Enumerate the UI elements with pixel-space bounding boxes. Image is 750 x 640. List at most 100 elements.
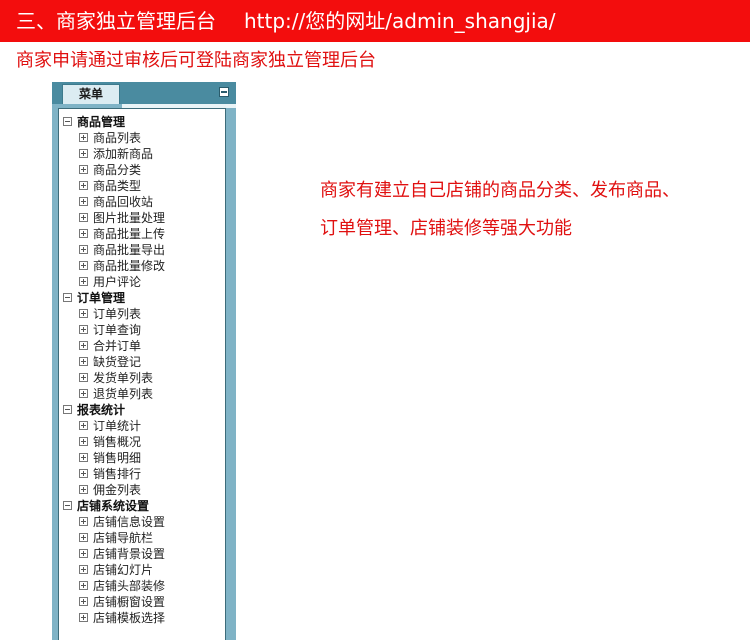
menu-item[interactable]: 用户评论	[63, 274, 223, 290]
collapse-box-icon[interactable]	[63, 293, 72, 302]
expand-box-icon	[79, 485, 88, 494]
expand-box-icon	[79, 261, 88, 270]
menu-item-label: 缺货登记	[93, 355, 142, 369]
menu-item-label: 店铺幻灯片	[93, 563, 154, 577]
menu-item[interactable]: 订单列表	[63, 306, 223, 322]
expand-box-icon	[79, 549, 88, 558]
menu-item[interactable]: 店铺模板选择	[63, 610, 223, 626]
menu-item[interactable]: 订单查询	[63, 322, 223, 338]
title-bar: 三、商家独立管理后台 http://您的网址/admin_shangjia/	[0, 0, 750, 42]
expand-box-icon	[79, 325, 88, 334]
menu-item-label: 商品批量修改	[93, 259, 166, 273]
collapse-box-icon[interactable]	[63, 405, 72, 414]
expand-box-icon	[79, 181, 88, 190]
expand-box-icon	[79, 341, 88, 350]
menu-group-label: 店铺系统设置	[77, 499, 150, 513]
menu-group-header[interactable]: 报表统计	[63, 402, 223, 418]
expand-box-icon	[79, 533, 88, 542]
menu-item[interactable]: 退货单列表	[63, 386, 223, 402]
expand-box-icon	[79, 165, 88, 174]
collapse-icon[interactable]	[219, 87, 229, 97]
expand-box-icon	[79, 597, 88, 606]
menu-item[interactable]: 店铺背景设置	[63, 546, 223, 562]
tab-menu[interactable]: 菜单	[62, 84, 120, 104]
expand-box-icon	[79, 613, 88, 622]
collapse-box-icon[interactable]	[63, 501, 72, 510]
menu-group-label: 商品管理	[77, 115, 126, 129]
expand-box-icon	[79, 133, 88, 142]
menu-item-label: 销售概况	[93, 435, 142, 449]
menu-item[interactable]: 商品批量修改	[63, 258, 223, 274]
expand-box-icon	[79, 197, 88, 206]
menu-item-label: 商品类型	[93, 179, 142, 193]
menu-item[interactable]: 店铺头部装修	[63, 578, 223, 594]
menu-item-label: 商品批量导出	[93, 243, 166, 257]
expand-box-icon	[79, 517, 88, 526]
menu-group-header[interactable]: 店铺系统设置	[63, 498, 223, 514]
expand-box-icon	[79, 421, 88, 430]
menu-item[interactable]: 销售排行	[63, 466, 223, 482]
expand-box-icon	[79, 453, 88, 462]
menu-item[interactable]: 缺货登记	[63, 354, 223, 370]
menu-item-label: 店铺头部装修	[93, 579, 166, 593]
menu-item-label: 店铺背景设置	[93, 547, 166, 561]
menu-item[interactable]: 商品批量导出	[63, 242, 223, 258]
menu-item-label: 订单查询	[93, 323, 142, 337]
menu-item[interactable]: 店铺幻灯片	[63, 562, 223, 578]
menu-item[interactable]: 店铺信息设置	[63, 514, 223, 530]
description-line-2: 订单管理、店铺装修等强大功能	[320, 218, 572, 239]
menu-item-label: 商品回收站	[93, 195, 154, 209]
expand-box-icon	[79, 149, 88, 158]
menu-panel: 菜单 商品管理商品列表 添加新商品 商品分类 商品类型商品回收站图片批量处理 商品批量上…	[52, 82, 236, 640]
expand-box-icon	[79, 581, 88, 590]
menu-item-label: 店铺橱窗设置	[93, 595, 166, 609]
menu-group-header[interactable]: 订单管理	[63, 290, 223, 306]
menu-item[interactable]: 商品类型	[63, 178, 223, 194]
menu-tree-container: 商品管理商品列表 添加新商品 商品分类 商品类型商品回收站图片批量处理 商品批量上传 商品…	[58, 108, 226, 640]
menu-item-label: 店铺信息设置	[93, 515, 166, 529]
expand-box-icon	[79, 357, 88, 366]
menu-item-label: 合并订单	[93, 339, 142, 353]
expand-box-icon	[79, 469, 88, 478]
menu-item-label: 用户评论	[93, 275, 142, 289]
expand-box-icon	[79, 373, 88, 382]
menu-group-header[interactable]: 商品管理	[63, 114, 223, 130]
menu-item-label: 商品列表	[93, 131, 142, 145]
menu-item[interactable]: 添加新商品	[63, 146, 223, 162]
admin-url: http://您的网址/admin_shangjia/	[244, 9, 556, 33]
menu-item-label: 订单统计	[93, 419, 142, 433]
page-title: 三、商家独立管理后台	[16, 9, 216, 33]
menu-item[interactable]: 合并订单	[63, 338, 223, 354]
menu-item[interactable]: 发货单列表	[63, 370, 223, 386]
expand-box-icon	[79, 277, 88, 286]
menu-item-label: 店铺模板选择	[93, 611, 166, 625]
menu-group-label: 报表统计	[77, 403, 126, 417]
menu-item[interactable]: 商品分类	[63, 162, 223, 178]
subtitle: 商家申请通过审核后可登陆商家独立管理后台	[16, 50, 376, 71]
menu-item-label: 发货单列表	[93, 371, 154, 385]
menu-tree: 商品管理商品列表 添加新商品 商品分类 商品类型商品回收站图片批量处理 商品批量上传 商品…	[63, 114, 223, 626]
menu-item-label: 订单列表	[93, 307, 142, 321]
menu-group-label: 订单管理	[77, 291, 126, 305]
menu-item[interactable]: 销售明细	[63, 450, 223, 466]
expand-box-icon	[79, 389, 88, 398]
menu-item[interactable]: 图片批量处理	[63, 210, 223, 226]
expand-box-icon	[79, 229, 88, 238]
collapse-box-icon[interactable]	[63, 117, 72, 126]
menu-item-label: 佣金列表	[93, 483, 142, 497]
menu-item[interactable]: 店铺橱窗设置	[63, 594, 223, 610]
menu-item[interactable]: 商品批量上传	[63, 226, 223, 242]
menu-item[interactable]: 佣金列表	[63, 482, 223, 498]
menu-item-label: 退货单列表	[93, 387, 154, 401]
menu-item-label: 销售明细	[93, 451, 142, 465]
menu-item[interactable]: 商品回收站	[63, 194, 223, 210]
menu-item-label: 销售排行	[93, 467, 142, 481]
menu-item-label: 商品批量上传	[93, 227, 166, 241]
expand-box-icon	[79, 565, 88, 574]
menu-item[interactable]: 订单统计	[63, 418, 223, 434]
menu-item[interactable]: 商品列表	[63, 130, 223, 146]
menu-item-label: 店铺导航栏	[93, 531, 154, 545]
menu-item[interactable]: 店铺导航栏	[63, 530, 223, 546]
menu-item[interactable]: 销售概况	[63, 434, 223, 450]
menu-item-label: 图片批量处理	[93, 211, 166, 225]
